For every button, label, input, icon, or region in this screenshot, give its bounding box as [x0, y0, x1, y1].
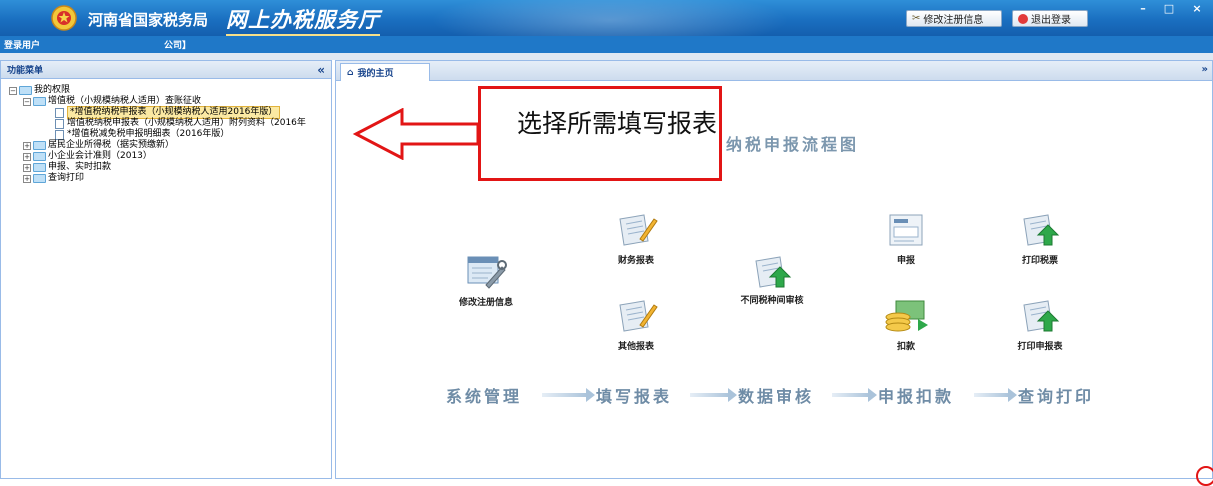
- login-user-label: 登录用户: [4, 41, 41, 51]
- flow-item-label: 其他报表: [617, 342, 654, 352]
- tree-node-vat-attachment[interactable]: 增值税纳税申报表（小规模纳税人适用）附列资料（2016年: [9, 118, 306, 129]
- modify-registration-label: 修改注册信息: [923, 15, 984, 26]
- minimize-button[interactable]: –: [1132, 0, 1154, 16]
- document-icon: [55, 107, 64, 118]
- function-menu-title: 功能菜单: [1, 61, 331, 79]
- tree-node-query-print[interactable]: + 查询打印: [9, 173, 306, 184]
- function-menu-title-text: 功能菜单: [7, 66, 44, 76]
- report-upload-icon: [755, 256, 792, 288]
- step-data-audit: 数据审核: [738, 387, 815, 406]
- step-query-print: 查询打印: [1018, 387, 1095, 406]
- tree-node-income-tax[interactable]: + 居民企业所得税（据实预缴新）: [9, 140, 306, 151]
- tree-node-declare-deduct[interactable]: + 申报、实时扣款: [9, 162, 306, 173]
- annotation-corner-circle: [1196, 466, 1213, 486]
- flow-item-declare[interactable]: 申报: [866, 211, 946, 266]
- folder-icon: [33, 163, 46, 172]
- expand-node-icon[interactable]: +: [23, 174, 31, 183]
- report-edit-icon: [619, 214, 658, 246]
- flow-item-modify-registration[interactable]: 修改注册信息: [446, 251, 526, 308]
- expand-node-icon[interactable]: +: [23, 152, 31, 161]
- flow-item-financial-report[interactable]: 财务报表: [596, 211, 676, 266]
- expand-node-icon[interactable]: +: [23, 141, 31, 150]
- flow-item-print-tax-ticket[interactable]: 打印税票: [1000, 211, 1080, 266]
- tab-menu-icon[interactable]: »: [1202, 64, 1208, 75]
- tree-label: 增值税纳税申报表（小规模纳税人适用）附列资料（2016年: [67, 118, 306, 128]
- flow-item-label: 财务报表: [617, 256, 654, 266]
- step-declare-deduct: 申报扣款: [878, 387, 955, 406]
- tree-node-accounting-standard[interactable]: + 小企业会计准则（2013）: [9, 151, 306, 162]
- flow-item-print-report[interactable]: 打印申报表: [1000, 297, 1080, 352]
- flow-item-label: 申报: [896, 256, 915, 266]
- function-menu-panel: 功能菜单 « − 我的权限 − 增值税（小规模纳税人适用）查账征收 *增值税纳税…: [0, 60, 332, 479]
- document-icon: [55, 118, 64, 129]
- tab-strip: ⌂ 我的主页 »: [336, 61, 1212, 81]
- tree-label: 居民企业所得税（据实预缴新）: [48, 140, 175, 150]
- step-arrow: [542, 388, 595, 402]
- print-upload-icon: [1023, 214, 1060, 246]
- collapse-node-icon[interactable]: −: [23, 97, 31, 106]
- flow-item-deduct[interactable]: 扣款: [866, 297, 946, 352]
- annotation-arrow-icon: [352, 108, 480, 160]
- folder-open-icon: [33, 97, 46, 106]
- collapse-node-icon[interactable]: −: [9, 86, 17, 95]
- folder-open-icon: [19, 86, 32, 95]
- separator: [0, 53, 1213, 60]
- flow-item-label: 不同税种间审核: [740, 296, 804, 306]
- maximize-button[interactable]: □: [1158, 0, 1180, 16]
- flow-item-other-report[interactable]: 其他报表: [596, 297, 676, 352]
- logout-button[interactable]: 退出登录: [1012, 10, 1088, 27]
- tree-label: 我的权限: [34, 85, 71, 95]
- tab-my-home[interactable]: ⌂ 我的主页: [340, 63, 430, 81]
- flow-item-label: 打印申报表: [1017, 342, 1063, 352]
- report-edit-icon: [619, 300, 658, 332]
- logout-label: 退出登录: [1031, 15, 1071, 26]
- folder-icon: [33, 141, 46, 150]
- settings-tools-icon: [467, 256, 507, 289]
- document-icon: [55, 129, 64, 140]
- tree-label: *增值税减免税申报明细表（2016年版）: [67, 129, 230, 139]
- header-decoration: [430, 0, 790, 36]
- step-arrow: [974, 388, 1017, 402]
- tools-icon: ✂: [912, 13, 921, 24]
- flow-item-cross-tax-audit[interactable]: 不同税种间审核: [732, 253, 812, 306]
- step-fill-report: 填写报表: [596, 387, 673, 406]
- tab-my-home-label: 我的主页: [357, 69, 394, 79]
- annotation-callout: 选择所需填写报表: [478, 86, 722, 181]
- flow-item-label: 打印税票: [1021, 256, 1058, 266]
- process-steps: 系统管理 填写报表 数据审核 申报扣款 查询打印: [446, 383, 1106, 407]
- tree-label: 申报、实时扣款: [48, 162, 112, 172]
- service-title: 网上办税服务厅: [226, 4, 380, 36]
- modify-registration-button[interactable]: ✂ 修改注册信息: [906, 10, 1002, 27]
- home-icon: ⌂: [347, 67, 354, 78]
- folder-icon: [33, 152, 46, 161]
- tree-label: 小企业会计准则（2013）: [48, 151, 152, 161]
- step-arrow: [832, 388, 877, 402]
- declaration-form-icon: [889, 214, 923, 246]
- tree-node-vat-return[interactable]: *增值税纳税申报表（小规模纳税人适用2016年版）: [9, 106, 306, 119]
- print-upload-icon: [1023, 300, 1060, 332]
- login-user-company: 公司】: [164, 41, 192, 51]
- logout-icon: [1018, 13, 1028, 24]
- tree-label: 查询打印: [48, 173, 85, 183]
- expand-node-icon[interactable]: +: [23, 163, 31, 172]
- folder-icon: [33, 174, 46, 183]
- permission-tree: − 我的权限 − 增值税（小规模纳税人适用）查账征收 *增值税纳税申报表（小规模…: [9, 85, 306, 184]
- flow-item-label: 修改注册信息: [458, 298, 513, 308]
- annotation-text: 选择所需填写报表: [517, 109, 718, 138]
- agency-name: 河南省国家税务局: [88, 11, 209, 29]
- tax-emblem-icon: [51, 5, 77, 31]
- step-system-management: 系统管理: [446, 387, 523, 406]
- close-button[interactable]: ×: [1186, 0, 1208, 16]
- tree-node-my-permissions[interactable]: − 我的权限: [9, 85, 306, 96]
- money-coins-icon: [885, 300, 928, 332]
- collapse-icon[interactable]: «: [317, 63, 325, 77]
- flow-item-label: 扣款: [896, 342, 915, 352]
- user-bar: 登录用户 公司】: [0, 36, 1213, 53]
- step-arrow: [690, 388, 737, 402]
- tree-node-vat-reduction[interactable]: *增值税减免税申报明细表（2016年版）: [9, 129, 306, 140]
- app-header: 河南省国家税务局 网上办税服务厅 ✂ 修改注册信息 退出登录 – □ ×: [0, 0, 1213, 36]
